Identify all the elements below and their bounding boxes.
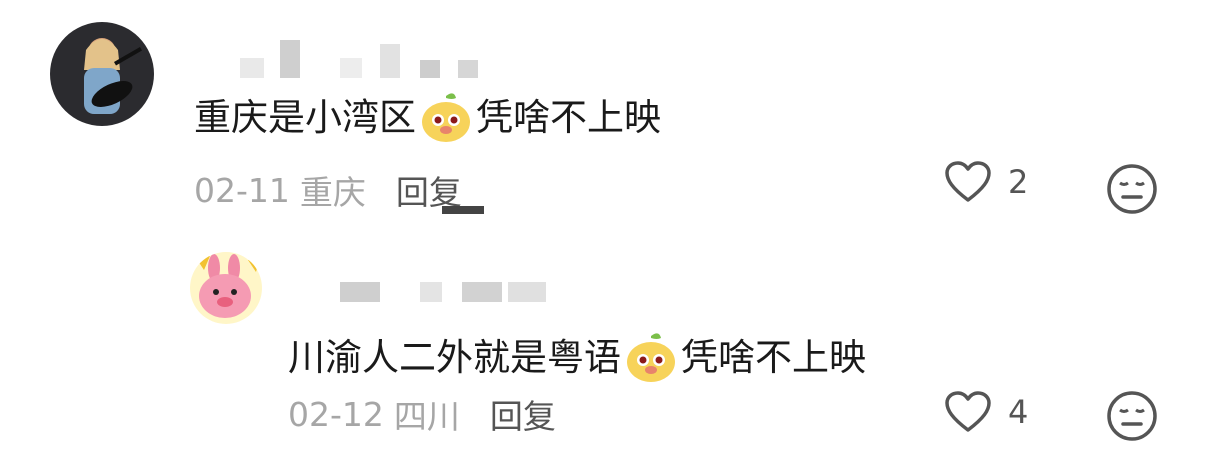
comment-meta: 02-12 四川 回复: [288, 390, 556, 438]
avatar[interactable]: [50, 22, 154, 126]
dog-emoji-icon: [418, 92, 474, 144]
avatar[interactable]: [190, 252, 262, 324]
reply-item: 川渝人二外就是粤语 凭啥不上映 02-12 四川 回复 4: [0, 240, 1206, 468]
meh-face-icon[interactable]: [1106, 390, 1158, 442]
comment-text: 重庆是小湾区 凭啥不上映: [194, 92, 661, 144]
comment-date: 02-11: [194, 170, 290, 210]
like-count: 4: [1008, 393, 1029, 431]
username-blurred: [240, 40, 480, 80]
like-count: 2: [1008, 163, 1029, 201]
comment-text-part: 凭啥不上映: [476, 96, 661, 139]
reply-button[interactable]: 回复: [490, 390, 556, 438]
comment-location: 重庆: [299, 173, 366, 212]
reply-button[interactable]: 回复: [396, 166, 484, 214]
comment-thread: 重庆是小湾区 凭啥不上映 02-11 重庆 回复 2 川渝人二外就是粤语 凭啥不…: [0, 0, 1206, 468]
comment-location: 四川: [393, 397, 460, 436]
username-blurred: [340, 280, 550, 304]
like-button[interactable]: 4: [944, 390, 1028, 434]
comment-text-part: 川渝人二外就是粤语: [288, 336, 621, 379]
comment-date: 02-12: [288, 394, 384, 434]
like-button[interactable]: 2: [944, 160, 1028, 204]
dog-emoji-icon: [623, 332, 679, 384]
comment-text-part: 重庆是小湾区: [194, 96, 416, 139]
comment-text: 川渝人二外就是粤语 凭啥不上映: [288, 332, 866, 384]
meh-face-icon[interactable]: [1106, 163, 1158, 215]
heart-outline-icon: [945, 161, 991, 202]
heart-outline-icon: [945, 391, 991, 432]
comment-meta: 02-11 重庆 回复: [194, 166, 484, 214]
comment-item: 重庆是小湾区 凭啥不上映 02-11 重庆 回复 2: [0, 0, 1206, 240]
comment-text-part: 凭啥不上映: [681, 336, 866, 379]
